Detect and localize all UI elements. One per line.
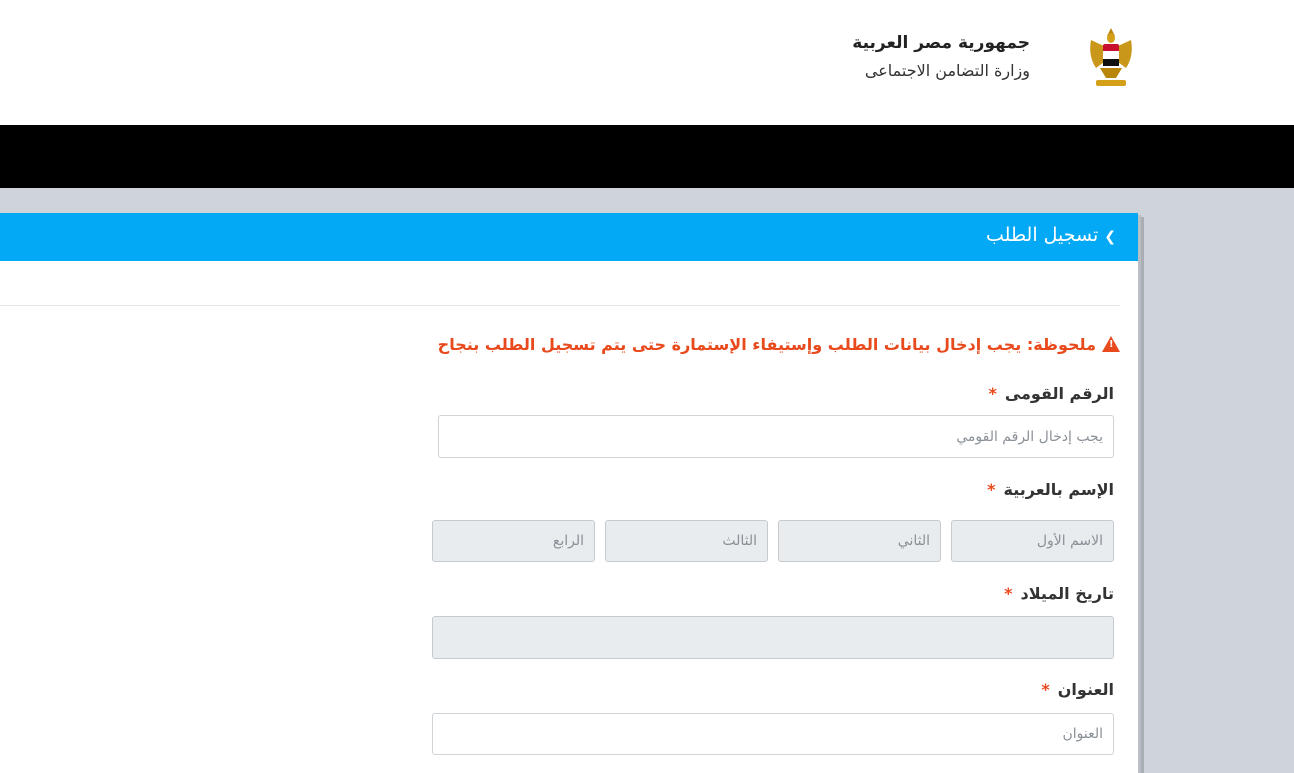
divider	[0, 305, 1120, 306]
birth-date-label: تاريخ الميلاد *	[1004, 584, 1114, 603]
chevron-down-icon: ❯	[1104, 229, 1116, 245]
warning-note: ملحوظة: يجب إدخال بيانات الطلب وإستيفاء …	[438, 334, 1120, 354]
request-registration-panel: ❯ تسجيل الطلب ملحوظة: يجب إدخال بيانات ال…	[0, 213, 1138, 773]
address-label-text: العنوان	[1057, 680, 1114, 699]
panel-title[interactable]: ❯ تسجيل الطلب	[986, 224, 1116, 246]
site-header: جمهورية مصر العربية وزارة التضامن الاجتم…	[0, 0, 1294, 125]
birth-date-input[interactable]	[432, 616, 1114, 659]
national-id-input[interactable]	[438, 415, 1114, 458]
arabic-name-label-text: الإسم بالعربية	[1003, 480, 1115, 499]
birth-date-label-text: تاريخ الميلاد	[1020, 584, 1114, 603]
warning-triangle-icon	[1102, 336, 1120, 352]
arabic-name-label: الإسم بالعربية *	[987, 480, 1114, 499]
panel-header[interactable]: ❯ تسجيل الطلب	[0, 213, 1138, 261]
address-label: العنوان *	[1041, 680, 1114, 699]
ministry-name: وزارة التضامن الاجتماعى	[864, 61, 1030, 80]
address-input[interactable]	[432, 713, 1114, 755]
second-name-input[interactable]	[778, 520, 941, 562]
national-id-label: الرقم القومى *	[988, 384, 1114, 403]
required-asterisk: *	[1041, 680, 1050, 699]
fourth-name-input[interactable]	[432, 520, 595, 562]
egypt-eagle-emblem-icon	[1090, 28, 1132, 86]
required-asterisk: *	[1004, 584, 1013, 603]
third-name-input[interactable]	[605, 520, 768, 562]
panel-title-text: تسجيل الطلب	[986, 224, 1099, 246]
national-id-label-text: الرقم القومى	[1004, 384, 1114, 403]
main-navbar	[0, 125, 1294, 188]
required-asterisk: *	[988, 384, 997, 403]
first-name-input[interactable]	[951, 520, 1114, 562]
warning-note-text: ملحوظة: يجب إدخال بيانات الطلب وإستيفاء …	[437, 335, 1096, 354]
country-name: جمهورية مصر العربية	[852, 33, 1030, 53]
required-asterisk: *	[987, 480, 996, 499]
